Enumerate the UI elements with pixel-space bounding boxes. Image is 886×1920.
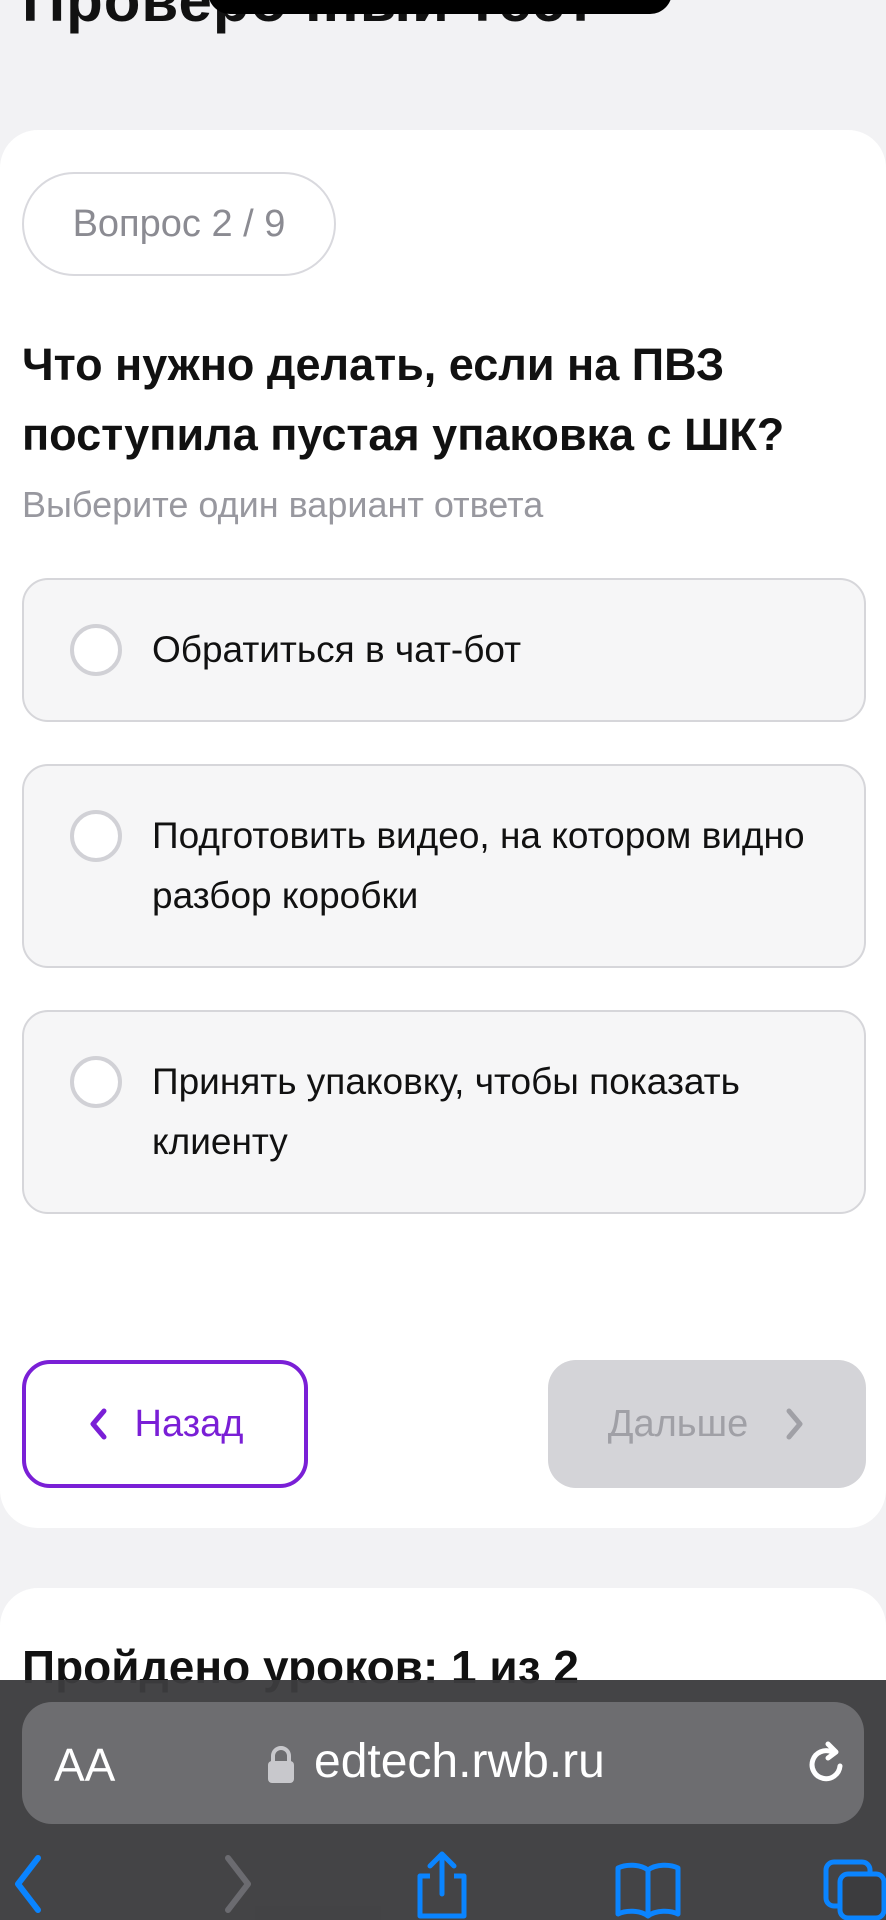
bookmarks-icon[interactable] (612, 1848, 684, 1920)
address-bar[interactable]: AA edtech.rwb.ru (22, 1702, 864, 1824)
share-icon[interactable] (412, 1848, 472, 1920)
answer-option-label: Обратиться в чат-бот (152, 629, 522, 670)
url-text: edtech.rwb.ru (314, 1735, 605, 1788)
browser-back-icon[interactable] (8, 1848, 48, 1920)
answer-option-3[interactable]: Принять упаковку, чтобы показать клиенту (22, 1010, 866, 1214)
text-size-button[interactable]: AA (54, 1738, 115, 1792)
browser-toolbar: AA edtech.rwb.ru (0, 1680, 886, 1920)
next-button-label: Дальше (607, 1402, 749, 1445)
top-strip: Проверочный тест (0, 0, 886, 130)
answer-option-2[interactable]: Подготовить видео, на котором видно разб… (22, 764, 866, 968)
lock-icon (268, 1746, 294, 1783)
reload-icon[interactable] (802, 1740, 850, 1788)
answer-option-label: Принять упаковку, чтобы показать клиенту (152, 1061, 740, 1162)
radio-button[interactable] (70, 624, 122, 676)
answer-option-1[interactable]: Обратиться в чат-бот (22, 578, 866, 722)
back-button[interactable]: Назад (22, 1360, 308, 1488)
next-button[interactable]: Дальше (548, 1360, 866, 1488)
question-hint: Выберите один вариант ответа (22, 484, 544, 525)
answer-option-label: Подготовить видео, на котором видно разб… (152, 815, 805, 916)
question-text: Что нужно делать, если на ПВЗ поступила … (22, 339, 785, 460)
back-button-label: Назад (134, 1402, 244, 1445)
tabs-icon[interactable] (822, 1848, 886, 1920)
question-counter: Вопрос 2 / 9 (22, 172, 336, 276)
dynamic-island (208, 0, 672, 14)
browser-forward-icon[interactable] (218, 1848, 258, 1920)
radio-button[interactable] (70, 1056, 122, 1108)
chevron-right-icon (786, 1408, 803, 1440)
chevron-left-icon (90, 1408, 107, 1440)
radio-button[interactable] (70, 810, 122, 862)
